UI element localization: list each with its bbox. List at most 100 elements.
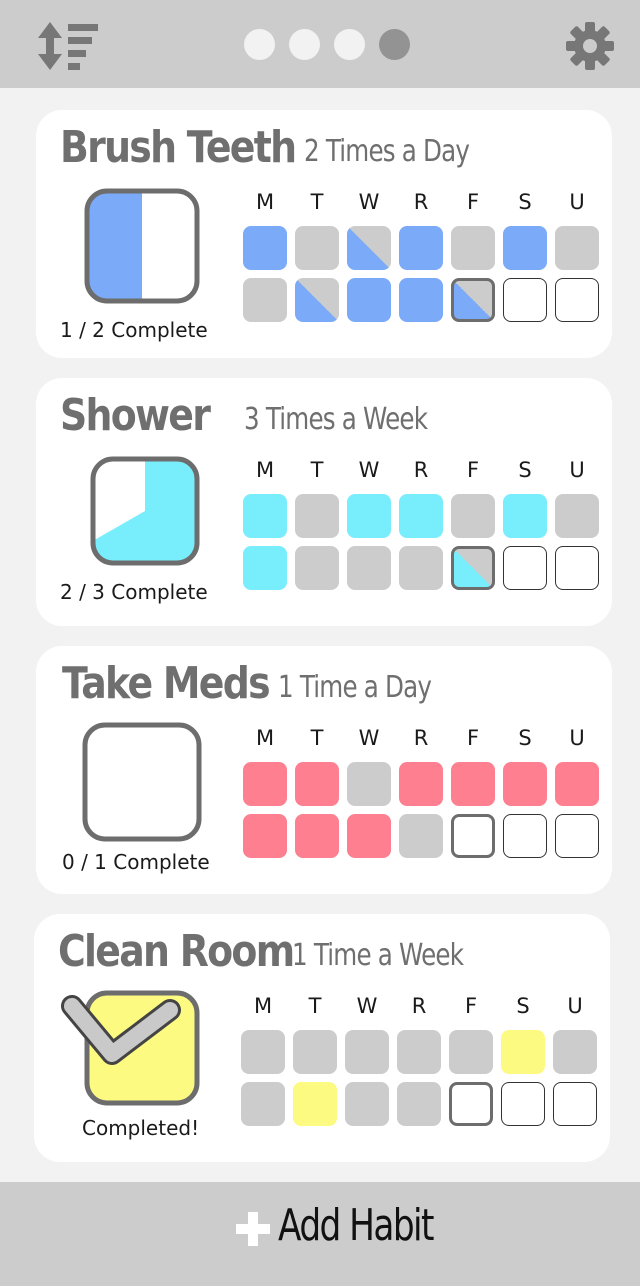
day-cell-full[interactable]	[503, 762, 547, 806]
day-cell-empty-today[interactable]	[449, 1082, 493, 1126]
progress-text: 0 / 1 Complete	[62, 850, 210, 874]
day-cell-empty[interactable]	[555, 546, 599, 590]
day-cell-full[interactable]	[451, 762, 495, 806]
day-label: W	[358, 458, 380, 482]
day-cell-gray[interactable]	[347, 762, 391, 806]
page-dot-1[interactable]	[244, 29, 275, 60]
page-indicator	[244, 29, 410, 61]
habit-card-take-meds[interactable]: Take Meds 1 Time a Day 0 / 1 Complete M T…	[36, 646, 612, 894]
day-cell-empty[interactable]	[501, 1082, 545, 1126]
day-cell-full[interactable]	[295, 762, 339, 806]
day-cell-partial[interactable]	[347, 226, 391, 270]
day-cell-gray[interactable]	[399, 546, 443, 590]
day-label: R	[413, 458, 429, 482]
day-label: M	[255, 458, 275, 482]
day-cell-full[interactable]	[399, 494, 443, 538]
progress-checkbox[interactable]	[82, 722, 202, 842]
day-cell-full[interactable]	[399, 762, 443, 806]
day-cell-empty[interactable]	[555, 278, 599, 322]
day-cell-empty[interactable]	[503, 278, 547, 322]
progress-checkbox[interactable]	[84, 188, 200, 304]
habit-card-brush-teeth[interactable]: Brush Teeth 2 Times a Day 1 / 2 Complete…	[36, 110, 612, 358]
day-cell-gray[interactable]	[399, 814, 443, 858]
habit-title: Take Meds	[62, 658, 271, 709]
day-cell-gray[interactable]	[449, 1030, 493, 1074]
day-cell-full[interactable]	[243, 762, 287, 806]
day-cell-gray[interactable]	[555, 226, 599, 270]
top-bar	[0, 0, 640, 88]
day-cell-gray[interactable]	[345, 1030, 389, 1074]
day-label: W	[358, 190, 380, 214]
day-cell-gray[interactable]	[347, 546, 391, 590]
progress-checkbox[interactable]	[90, 456, 200, 566]
add-habit-label[interactable]: Add Habit	[278, 1200, 434, 1251]
day-cell-gray[interactable]	[295, 494, 339, 538]
day-label: U	[569, 190, 585, 214]
day-cell-gray[interactable]	[555, 494, 599, 538]
page-dot-3[interactable]	[334, 29, 365, 60]
day-label: F	[466, 726, 480, 750]
progress-checkbox[interactable]	[60, 990, 200, 1106]
day-cell-gray[interactable]	[345, 1082, 389, 1126]
sort-icon[interactable]	[36, 20, 100, 72]
day-label: M	[255, 726, 275, 750]
habit-title: Shower	[60, 390, 211, 441]
day-cell-full[interactable]	[503, 226, 547, 270]
habit-card-shower[interactable]: Shower 3 Times a Week 2 / 3 Complete M T W…	[36, 378, 612, 626]
day-cell-full[interactable]	[243, 814, 287, 858]
day-label: F	[466, 458, 480, 482]
day-cell-full[interactable]	[347, 278, 391, 322]
day-cell-full[interactable]	[243, 226, 287, 270]
day-label: M	[253, 994, 273, 1018]
day-cell-full[interactable]	[501, 1030, 545, 1074]
day-cell-full[interactable]	[347, 494, 391, 538]
day-cell-full[interactable]	[399, 278, 443, 322]
day-cell-full[interactable]	[243, 546, 287, 590]
day-cell-full[interactable]	[293, 1082, 337, 1126]
day-cell-gray[interactable]	[397, 1082, 441, 1126]
day-cell-empty[interactable]	[555, 814, 599, 858]
day-cell-full[interactable]	[399, 226, 443, 270]
day-cell-partial[interactable]	[295, 278, 339, 322]
day-cell-gray[interactable]	[397, 1030, 441, 1074]
day-cell-full[interactable]	[243, 494, 287, 538]
day-cell-gray[interactable]	[241, 1082, 285, 1126]
day-cell-partial-today[interactable]	[451, 546, 495, 590]
plus-icon[interactable]	[236, 1212, 270, 1246]
day-cell-full[interactable]	[347, 814, 391, 858]
day-cell-full[interactable]	[295, 814, 339, 858]
day-label: R	[413, 726, 429, 750]
day-label: U	[569, 726, 585, 750]
day-cell-gray[interactable]	[293, 1030, 337, 1074]
gear-icon[interactable]	[566, 22, 614, 70]
day-cell-empty[interactable]	[503, 814, 547, 858]
day-cell-empty[interactable]	[503, 546, 547, 590]
day-cell-empty-today[interactable]	[451, 814, 495, 858]
day-cell-gray[interactable]	[295, 226, 339, 270]
day-cell-partial-today[interactable]	[451, 278, 495, 322]
day-cell-full[interactable]	[503, 494, 547, 538]
habit-card-clean-room[interactable]: Clean Room 1 Time a Week Completed! M T W R…	[34, 914, 610, 1162]
day-cell-full[interactable]	[555, 762, 599, 806]
day-cell-gray[interactable]	[451, 226, 495, 270]
day-cell-gray[interactable]	[451, 494, 495, 538]
day-label: T	[308, 994, 322, 1018]
day-label: T	[310, 190, 324, 214]
day-label: F	[464, 994, 478, 1018]
page-dot-4[interactable]	[379, 29, 410, 60]
day-cell-empty[interactable]	[553, 1082, 597, 1126]
progress-text: Completed!	[82, 1116, 200, 1140]
page-dot-2[interactable]	[289, 29, 320, 60]
progress-text: 2 / 3 Complete	[60, 580, 208, 604]
habit-frequency: 1 Time a Week	[292, 938, 464, 973]
habit-frequency: 2 Times a Day	[304, 134, 470, 169]
day-label: R	[413, 190, 429, 214]
day-cell-gray[interactable]	[243, 278, 287, 322]
habit-title: Brush Teeth	[60, 122, 297, 173]
day-cell-gray[interactable]	[241, 1030, 285, 1074]
day-cell-gray[interactable]	[553, 1030, 597, 1074]
day-cell-gray[interactable]	[295, 546, 339, 590]
day-label: R	[411, 994, 427, 1018]
day-label: M	[255, 190, 275, 214]
day-label: S	[518, 190, 532, 214]
